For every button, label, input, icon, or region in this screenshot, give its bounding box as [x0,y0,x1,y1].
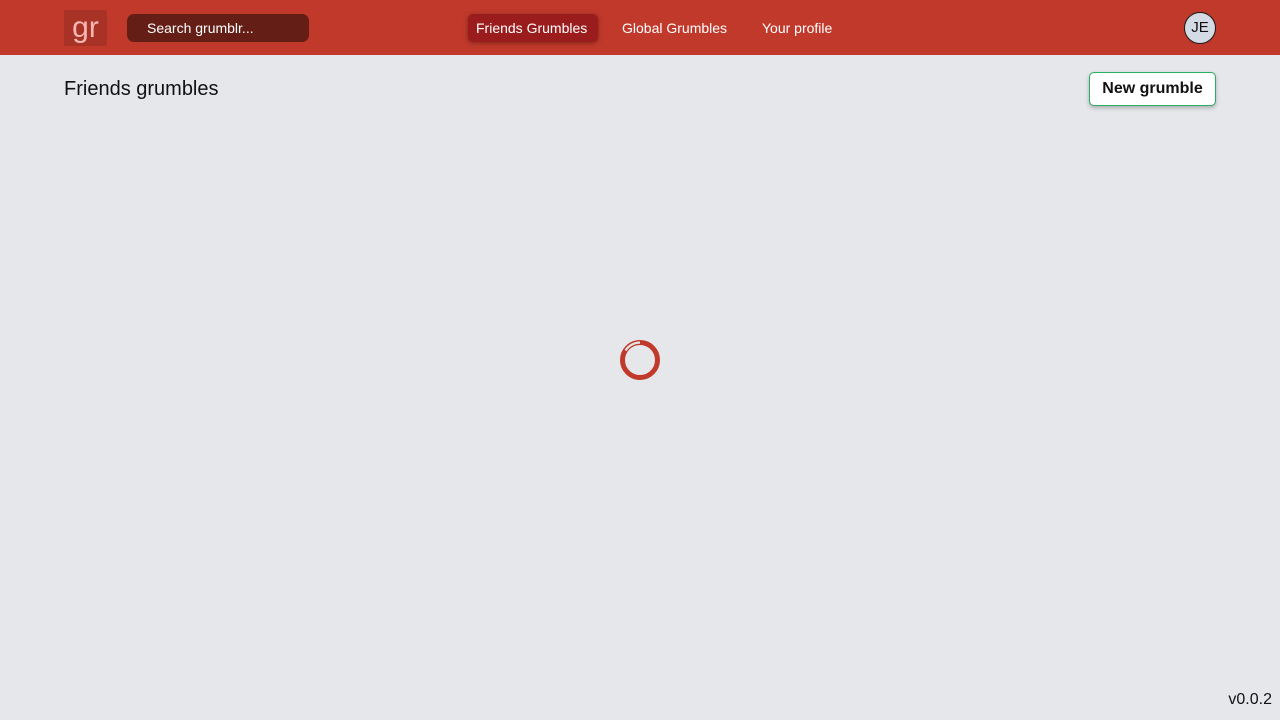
new-grumble-button[interactable]: New grumble [1089,72,1216,106]
tab-your-profile[interactable]: Your profile [754,14,840,42]
search-input[interactable] [127,14,309,42]
page-title: Friends grumbles [64,78,219,100]
top-navbar: gr Friends Grumbles Global Grumbles Your… [0,0,1280,55]
user-avatar[interactable]: JE [1184,12,1216,44]
tab-global-grumbles[interactable]: Global Grumbles [614,14,735,42]
app-logo[interactable]: gr [64,10,107,46]
loading-spinner-icon [620,340,660,380]
version-label: v0.0.2 [1228,691,1272,708]
tab-friends-grumbles[interactable]: Friends Grumbles [468,14,598,42]
